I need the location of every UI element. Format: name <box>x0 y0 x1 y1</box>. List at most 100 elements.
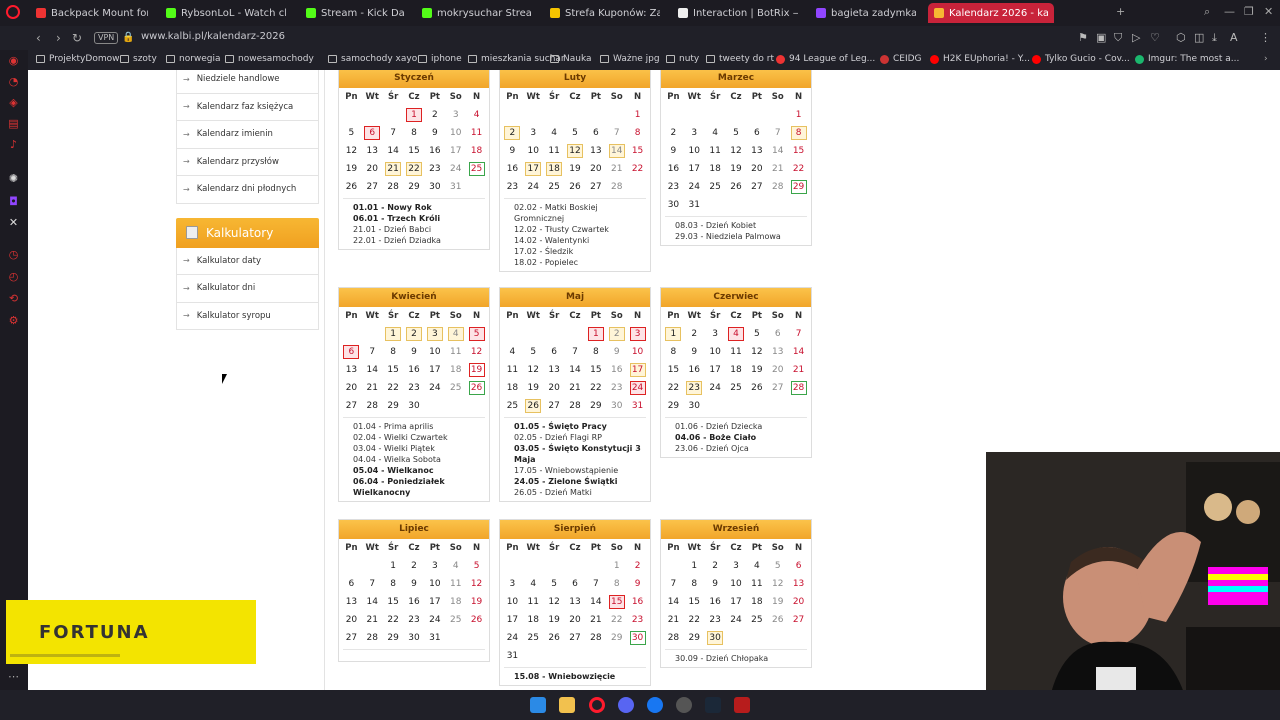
day-cell[interactable]: 30 <box>424 178 445 196</box>
bookmark-item[interactable]: CEIDG <box>880 54 922 64</box>
day-cell[interactable]: 27 <box>788 611 809 629</box>
opera-logo-icon[interactable] <box>6 5 20 19</box>
day-cell[interactable]: 19 <box>565 160 586 178</box>
heart-icon[interactable]: ♡ <box>1150 31 1160 44</box>
day-cell[interactable]: 4 <box>523 575 544 593</box>
browser-tab[interactable]: bagieta zadymka - Twitch <box>810 3 922 23</box>
bookmark-item[interactable]: Ważne jpg <box>600 54 660 64</box>
day-cell[interactable]: 15 <box>627 142 648 160</box>
share-icon[interactable]: ⟲ <box>7 292 20 305</box>
day-cell[interactable]: 20 <box>341 379 362 397</box>
more-icon[interactable]: ⋯ <box>7 670 20 683</box>
day-cell[interactable]: 26 <box>341 178 362 196</box>
day-cell[interactable]: 18 <box>523 611 544 629</box>
day-cell[interactable]: 5 <box>565 124 586 142</box>
day-cell[interactable]: 24 <box>424 611 445 629</box>
day-cell[interactable]: 4 <box>445 325 466 343</box>
day-cell[interactable]: 8 <box>383 575 404 593</box>
day-cell[interactable]: 22 <box>606 611 627 629</box>
day-cell[interactable]: 8 <box>585 343 606 361</box>
menu-item[interactable]: → Kalendarz dni płodnych <box>176 176 319 204</box>
day-cell[interactable]: 17 <box>726 593 747 611</box>
url-field[interactable]: www.kalbi.pl/kalendarz-2026 <box>141 31 285 42</box>
openai-icon[interactable]: ✺ <box>7 172 20 185</box>
download-icon[interactable]: ⤓ <box>1212 31 1217 45</box>
day-cell[interactable]: 7 <box>606 124 627 142</box>
day-cell[interactable]: 11 <box>502 361 523 379</box>
day-cell[interactable]: 16 <box>663 160 684 178</box>
day-cell[interactable]: 24 <box>684 178 705 196</box>
more-bookmarks-icon[interactable]: › <box>1264 54 1268 64</box>
day-cell[interactable]: 19 <box>544 611 565 629</box>
day-cell[interactable]: 17 <box>424 593 445 611</box>
day-cell[interactable]: 16 <box>404 361 425 379</box>
day-cell[interactable]: 22 <box>627 160 648 178</box>
day-cell[interactable]: 31 <box>445 178 466 196</box>
day-cell[interactable]: 5 <box>523 343 544 361</box>
day-cell[interactable]: 23 <box>627 611 648 629</box>
bookmark-item[interactable]: norwegia <box>166 54 221 64</box>
day-cell[interactable]: 25 <box>523 629 544 647</box>
obs-icon[interactable] <box>676 697 692 713</box>
day-cell[interactable]: 21 <box>606 160 627 178</box>
day-cell[interactable]: 6 <box>767 325 788 343</box>
day-cell[interactable]: 26 <box>544 629 565 647</box>
menu-item[interactable]: → Kalendarz przysłów <box>176 148 319 176</box>
day-cell[interactable]: 21 <box>767 160 788 178</box>
day-cell[interactable]: 1 <box>627 106 648 124</box>
day-cell[interactable]: 9 <box>627 575 648 593</box>
day-cell[interactable]: 9 <box>424 124 445 142</box>
day-cell[interactable]: 20 <box>362 160 383 178</box>
day-cell[interactable]: 23 <box>404 379 425 397</box>
day-cell[interactable]: 20 <box>788 593 809 611</box>
riot-icon[interactable] <box>734 697 750 713</box>
day-cell[interactable]: 2 <box>404 557 425 575</box>
day-cell[interactable]: 12 <box>565 142 586 160</box>
day-cell[interactable]: 13 <box>565 593 586 611</box>
day-cell[interactable]: 20 <box>767 361 788 379</box>
file-explorer-icon[interactable] <box>559 697 575 713</box>
day-cell[interactable]: 15 <box>383 593 404 611</box>
day-cell[interactable]: 18 <box>502 379 523 397</box>
day-cell[interactable]: 30 <box>663 196 684 214</box>
messenger-icon[interactable]: ◉ <box>7 54 20 67</box>
day-cell[interactable]: 11 <box>726 343 747 361</box>
day-cell[interactable]: 22 <box>383 379 404 397</box>
day-cell[interactable]: 17 <box>627 361 648 379</box>
day-cell[interactable]: 2 <box>424 106 445 124</box>
day-cell[interactable]: 21 <box>383 160 404 178</box>
day-cell[interactable]: 14 <box>606 142 627 160</box>
day-cell[interactable]: 31 <box>424 629 445 647</box>
day-cell[interactable]: 26 <box>466 611 487 629</box>
day-cell[interactable]: 7 <box>585 575 606 593</box>
day-cell[interactable]: 30 <box>705 629 726 647</box>
day-cell[interactable]: 29 <box>383 397 404 415</box>
day-cell[interactable]: 1 <box>383 557 404 575</box>
discord-icon[interactable] <box>618 697 634 713</box>
day-cell[interactable]: 18 <box>746 593 767 611</box>
day-cell[interactable]: 20 <box>341 611 362 629</box>
day-cell[interactable]: 10 <box>726 575 747 593</box>
browser-tab[interactable]: RybsonLoL - Watch clips <box>160 3 292 23</box>
day-cell[interactable]: 11 <box>705 142 726 160</box>
day-cell[interactable]: 4 <box>746 557 767 575</box>
day-cell[interactable]: 16 <box>705 593 726 611</box>
day-cell[interactable]: 27 <box>341 397 362 415</box>
day-cell[interactable]: 1 <box>404 106 425 124</box>
day-cell[interactable]: 31 <box>627 397 648 415</box>
day-cell[interactable]: 23 <box>606 379 627 397</box>
day-cell[interactable]: 10 <box>424 343 445 361</box>
day-cell[interactable]: 4 <box>502 343 523 361</box>
day-cell[interactable]: 24 <box>502 629 523 647</box>
day-cell[interactable]: 24 <box>705 379 726 397</box>
browser-tab[interactable]: Backpack Mount for Starli <box>30 3 154 23</box>
kalkulator-item[interactable]: → Kalkulator syropu <box>176 302 319 330</box>
day-cell[interactable]: 12 <box>466 575 487 593</box>
day-cell[interactable]: 22 <box>663 379 684 397</box>
day-cell[interactable]: 25 <box>544 178 565 196</box>
twitch-icon[interactable]: ◘ <box>7 195 20 208</box>
day-cell[interactable]: 2 <box>404 325 425 343</box>
day-cell[interactable]: 19 <box>746 361 767 379</box>
day-cell[interactable]: 14 <box>362 593 383 611</box>
day-cell[interactable]: 14 <box>362 361 383 379</box>
